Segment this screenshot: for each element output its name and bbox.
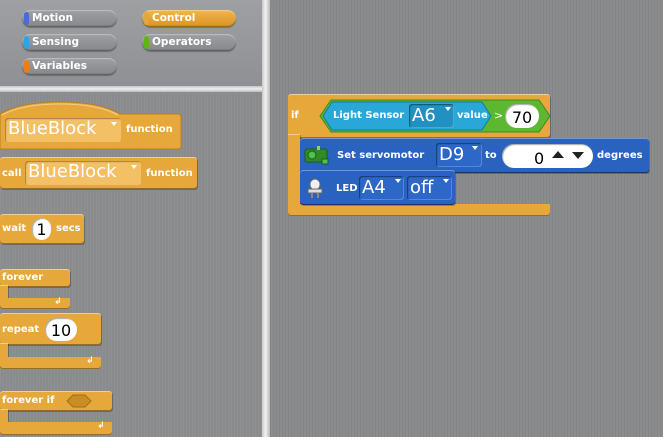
led-pin-value: A4 bbox=[362, 177, 386, 198]
dropdown-arrow-icon[interactable] bbox=[445, 107, 451, 111]
boolean-slot-icon[interactable] bbox=[66, 394, 92, 408]
servo-to-label: to bbox=[485, 150, 497, 161]
led-label: LED bbox=[336, 183, 358, 194]
loop-arrow-icon: ↲ bbox=[86, 356, 94, 366]
servo-unit-label: degrees bbox=[597, 150, 643, 161]
wait-seconds-value: 1 bbox=[36, 220, 47, 239]
decrement-arrow-icon[interactable] bbox=[572, 152, 584, 159]
category-variables[interactable]: Variables bbox=[22, 58, 117, 75]
call-function-name-value: BlueBlock bbox=[28, 161, 117, 182]
servomotor-pin-value: D9 bbox=[439, 144, 465, 165]
servo-angle-value: 0 bbox=[534, 149, 545, 168]
block-palette[interactable]: BlueBlock function call BlueBlock functi… bbox=[0, 92, 262, 437]
call-label: call bbox=[2, 168, 22, 179]
dropdown-arrow-icon[interactable] bbox=[395, 179, 401, 183]
category-label: Variables bbox=[32, 60, 87, 72]
function-name-field[interactable]: BlueBlock bbox=[5, 118, 121, 142]
increment-arrow-icon[interactable] bbox=[552, 151, 564, 158]
category-label: Sensing bbox=[32, 36, 79, 48]
light-sensor-pin-value: A6 bbox=[412, 105, 436, 126]
category-label: Control bbox=[152, 12, 196, 24]
angle-stepper[interactable] bbox=[550, 149, 592, 161]
threshold-value: 70 bbox=[511, 108, 533, 127]
forever-if-footer bbox=[0, 422, 112, 435]
if-block-footer bbox=[288, 204, 550, 216]
category-motion[interactable]: Motion bbox=[22, 10, 117, 27]
pane-splitter[interactable] bbox=[262, 0, 270, 437]
light-sensor-value-label: value bbox=[457, 110, 488, 121]
category-operators[interactable]: Operators bbox=[142, 34, 236, 51]
led-state-value: off bbox=[410, 177, 434, 198]
sensing-color-bar bbox=[24, 36, 29, 49]
forever-if-label: forever if bbox=[2, 395, 55, 406]
servomotor-icon bbox=[304, 146, 329, 165]
wait-label: wait bbox=[2, 223, 27, 234]
led-icon bbox=[307, 178, 323, 198]
if-label: if bbox=[291, 110, 299, 121]
comparison-operator: > bbox=[494, 109, 504, 122]
threshold-input[interactable]: 70 bbox=[505, 104, 539, 128]
function-name-value: BlueBlock bbox=[8, 118, 97, 139]
script-area[interactable] bbox=[270, 0, 663, 437]
forever-label: forever bbox=[2, 272, 44, 283]
category-sensing[interactable]: Sensing bbox=[22, 34, 117, 51]
motion-color-bar bbox=[24, 12, 29, 25]
operators-color-bar bbox=[144, 36, 149, 49]
category-control[interactable]: Control bbox=[142, 10, 236, 27]
function-label: function bbox=[126, 124, 173, 135]
variables-color-bar bbox=[24, 60, 29, 73]
call-function-suffix: function bbox=[146, 168, 193, 179]
category-label: Motion bbox=[32, 12, 73, 24]
control-color-bar bbox=[144, 12, 149, 25]
category-label: Operators bbox=[152, 36, 212, 48]
dropdown-arrow-icon[interactable] bbox=[472, 146, 478, 150]
repeat-count-value: 10 bbox=[50, 321, 72, 340]
dropdown-arrow-icon[interactable] bbox=[443, 179, 449, 183]
if-block-side bbox=[288, 134, 300, 206]
dropdown-arrow-icon[interactable] bbox=[111, 122, 117, 126]
category-panel: Motion Control Sensing Operators Variabl… bbox=[0, 0, 262, 86]
wait-unit: secs bbox=[56, 223, 81, 234]
loop-arrow-icon: ↲ bbox=[97, 421, 105, 431]
dropdown-arrow-icon[interactable] bbox=[131, 165, 137, 169]
servomotor-label: Set servomotor bbox=[337, 150, 425, 161]
loop-arrow-icon: ↲ bbox=[54, 297, 62, 307]
repeat-label: repeat bbox=[2, 324, 40, 335]
light-sensor-label: Light Sensor bbox=[333, 110, 405, 121]
repeat-count-input[interactable]: 10 bbox=[45, 318, 77, 341]
call-function-name-field[interactable]: BlueBlock bbox=[25, 161, 141, 185]
wait-seconds-input[interactable]: 1 bbox=[32, 218, 51, 240]
